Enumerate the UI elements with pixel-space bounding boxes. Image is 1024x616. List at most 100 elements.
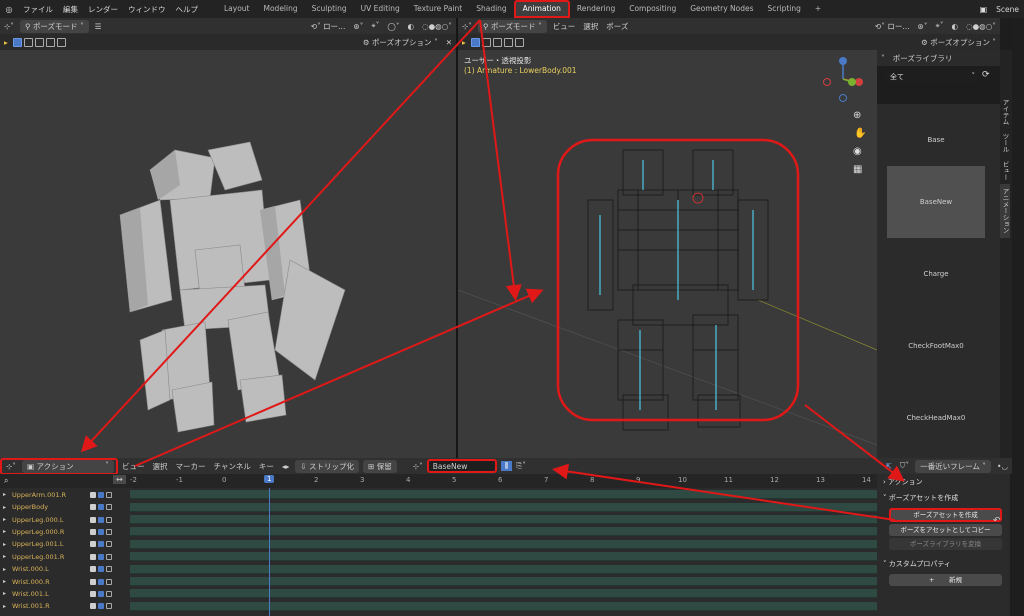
right-snap-icon[interactable]: ⌖˅: [932, 21, 948, 31]
right-menu-view[interactable]: ビュー: [549, 21, 580, 32]
pose-tile-checkheadmax0[interactable]: CheckHeadMax0: [887, 382, 985, 454]
wrench-icon[interactable]: [90, 516, 96, 523]
channel-row[interactable]: ▸ Wrist.001.L: [0, 589, 877, 599]
expand-arrow-icon[interactable]: ▸: [3, 541, 6, 548]
channel-row[interactable]: ▸ Wrist.000.R: [0, 577, 877, 587]
menu-file[interactable]: ファイル: [18, 4, 58, 15]
expand-arrow-icon[interactable]: ▸: [3, 491, 6, 498]
channel-track[interactable]: [130, 490, 877, 500]
channel-icons[interactable]: [90, 553, 130, 560]
tab-scripting[interactable]: Scripting: [761, 0, 808, 18]
ds-menu-channel[interactable]: チャンネル: [210, 461, 255, 472]
channel-icons[interactable]: [90, 504, 130, 511]
vtab-tool[interactable]: ツール: [1000, 129, 1010, 157]
action-panel-header[interactable]: › アクション: [877, 474, 1010, 490]
blender-logo-icon[interactable]: ◎: [0, 5, 18, 14]
wrench-icon[interactable]: [90, 566, 96, 573]
stash-button[interactable]: ⊞ 保留: [363, 459, 397, 473]
vtab-item[interactable]: アイテム: [1000, 95, 1010, 129]
vtab-animation[interactable]: アニメーション: [1000, 184, 1010, 238]
channel-row[interactable]: ▸ Wrist.001.R: [0, 601, 877, 612]
refresh-icon[interactable]: ⟳: [982, 70, 990, 80]
channel-icons[interactable]: [90, 566, 130, 573]
channel-row[interactable]: ▸ UpperBody: [0, 502, 877, 512]
tab-geometry-nodes[interactable]: Geometry Nodes: [683, 0, 760, 18]
wrench-icon[interactable]: [90, 528, 96, 535]
checkbox-icon[interactable]: [98, 516, 104, 523]
expand-arrow-icon[interactable]: ▸: [3, 566, 6, 573]
channel-track[interactable]: [130, 515, 877, 525]
right-pose-options[interactable]: ⚙ ポーズオプション ˅: [917, 37, 1000, 48]
right-shading-icons[interactable]: ◌●◍○˅: [962, 22, 1000, 31]
ds-menu-view[interactable]: ビュー: [118, 461, 149, 472]
tab-texture-paint[interactable]: Texture Paint: [407, 0, 469, 18]
tab-layout[interactable]: Layout: [217, 0, 257, 18]
custom-props-header[interactable]: ˅ カスタムプロパティ: [877, 556, 1010, 572]
right-select-intersect-icon[interactable]: [514, 37, 524, 47]
fake-user-icon[interactable]: ⫼: [500, 461, 513, 471]
shading-icons[interactable]: ◌●◍○˅: [418, 22, 456, 31]
pose-library-filter[interactable]: 全て ˅: [885, 70, 980, 83]
menu-window[interactable]: ウィンドウ: [123, 4, 171, 15]
editor-type-icon[interactable]: ⊹˅: [0, 22, 18, 31]
undo-icon[interactable]: ↶: [993, 516, 1001, 526]
pivot-icon[interactable]: ⊛˅: [349, 22, 367, 31]
left-pose-options[interactable]: ⚙ ポーズオプション ˅: [359, 37, 442, 48]
dopesheet-mode-select[interactable]: ▣ アクション ˅: [22, 459, 115, 473]
menu-help[interactable]: ヘルプ: [171, 4, 204, 15]
copy-pose-as-asset-button[interactable]: ポーズをアセットとしてコピー: [889, 524, 1002, 536]
tab-modeling[interactable]: Modeling: [257, 0, 305, 18]
wrench-icon[interactable]: [90, 491, 96, 498]
lock-icon[interactable]: [106, 566, 112, 573]
channel-icons[interactable]: [90, 528, 130, 535]
checkbox-icon[interactable]: [98, 603, 104, 610]
select-subtract-icon[interactable]: [34, 37, 44, 47]
right-select-mode-icon[interactable]: [470, 37, 480, 47]
pose-tile-charge[interactable]: Charge: [887, 238, 985, 310]
channel-track[interactable]: [130, 589, 877, 599]
menu-edit[interactable]: 編集: [58, 4, 83, 15]
lock-icon[interactable]: [106, 590, 112, 597]
right-viewport[interactable]: ユーザー・透視投影 (1) Armature : LowerBody.001 ⊕…: [458, 50, 877, 458]
orientation-select[interactable]: ⟲˅ ロー...: [307, 21, 350, 32]
tab-compositing[interactable]: Compositing: [622, 0, 683, 18]
wrench-icon[interactable]: [90, 578, 96, 585]
expand-arrow-icon[interactable]: ▸: [3, 590, 6, 597]
expand-arrow-icon[interactable]: ▸: [3, 528, 6, 535]
search-icon[interactable]: ⌕: [4, 476, 8, 486]
filter-select-icon[interactable]: ⇱: [881, 462, 895, 471]
checkbox-icon[interactable]: [98, 578, 104, 585]
wrench-icon[interactable]: [90, 504, 96, 511]
close-left-icon[interactable]: ✕: [442, 38, 456, 47]
checkbox-icon[interactable]: [98, 566, 104, 573]
select-mode-icon[interactable]: [12, 37, 22, 47]
filter-funnel-icon[interactable]: ⛉˅: [896, 461, 913, 471]
ds-menu-select[interactable]: 選択: [149, 461, 172, 472]
channel-row[interactable]: ▸ UpperLeg.000.R: [0, 527, 877, 537]
channel-track[interactable]: [130, 502, 877, 512]
lock-icon[interactable]: [106, 553, 112, 560]
menu-icon[interactable]: ☰: [91, 22, 106, 31]
channel-icons[interactable]: [90, 516, 130, 523]
expand-arrow-icon[interactable]: ▸: [3, 578, 6, 585]
ds-menu-marker[interactable]: マーカー: [172, 461, 210, 472]
right-menu-pose[interactable]: ポーズ: [602, 21, 632, 32]
right-select-invert-icon[interactable]: [503, 37, 513, 47]
select-invert-icon[interactable]: [45, 37, 55, 47]
vtab-view[interactable]: ビュー: [1000, 157, 1010, 185]
right-select-subtract-icon[interactable]: [492, 37, 502, 47]
tab-uv-editing[interactable]: UV Editing: [354, 0, 407, 18]
collapse-chevron-icon[interactable]: ˅: [877, 54, 889, 63]
proportional-icon[interactable]: ◯˅: [383, 22, 403, 31]
wrench-icon[interactable]: [90, 590, 96, 597]
channel-track[interactable]: [130, 539, 877, 549]
lock-icon[interactable]: [106, 504, 112, 511]
right-toolbar-toggle-icon[interactable]: ▸: [458, 38, 470, 47]
lock-icon[interactable]: [106, 528, 112, 535]
tab-rendering[interactable]: Rendering: [570, 0, 622, 18]
action-browse-icon[interactable]: ⊹˅: [409, 462, 427, 471]
right-mode-select[interactable]: ⚲ ポーズモード ˅: [478, 19, 547, 33]
tab-animation[interactable]: Animation: [513, 0, 570, 18]
lock-icon[interactable]: [106, 603, 112, 610]
checkbox-icon[interactable]: [98, 541, 104, 548]
